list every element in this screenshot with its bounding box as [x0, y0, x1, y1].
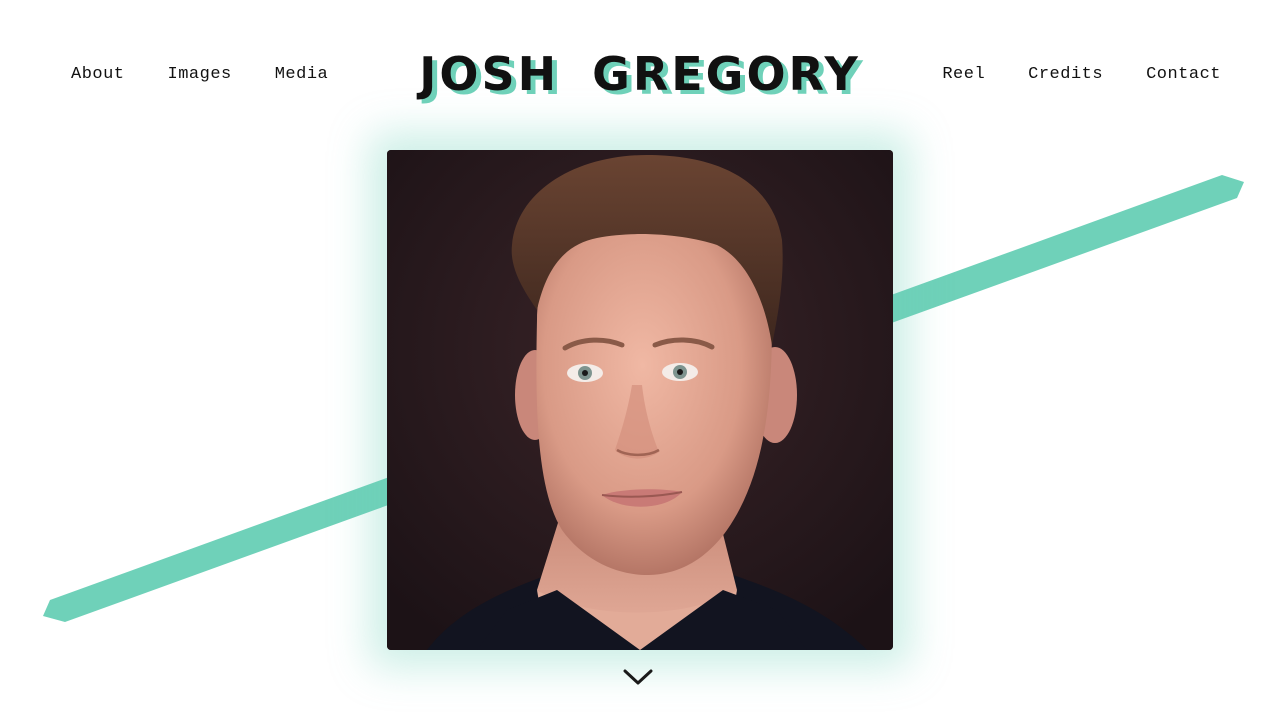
nav-link-media[interactable]: Media	[275, 62, 329, 88]
page: About Images Media JOSH GREGORY Reel Cre…	[0, 0, 1280, 720]
site-title-logo[interactable]: JOSH GREGORY	[400, 44, 880, 104]
nav-link-about[interactable]: About	[71, 62, 125, 88]
nav-link-images[interactable]: Images	[168, 62, 232, 88]
primary-nav-left: About Images Media	[71, 62, 328, 88]
nav-link-reel[interactable]: Reel	[942, 62, 985, 88]
chevron-down-icon[interactable]	[622, 666, 654, 688]
primary-nav-right: Reel Credits Contact	[942, 62, 1221, 88]
headshot-portrait	[387, 150, 893, 650]
nav-link-contact[interactable]: Contact	[1146, 62, 1221, 88]
site-header: About Images Media JOSH GREGORY Reel Cre…	[0, 0, 1280, 150]
nav-link-credits[interactable]: Credits	[1028, 62, 1103, 88]
